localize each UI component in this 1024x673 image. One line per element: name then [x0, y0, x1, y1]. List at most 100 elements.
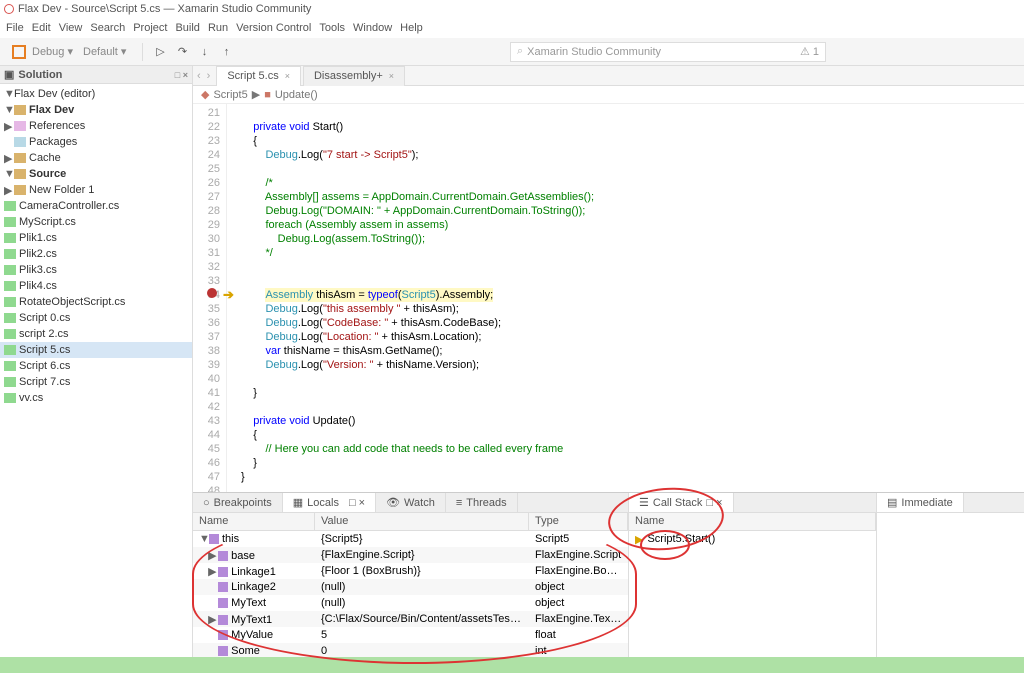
close-tab-icon[interactable]: ×	[389, 71, 394, 81]
file-node[interactable]: RotateObjectScript.cs	[0, 294, 192, 310]
code-editor[interactable]: 2122232425262728293031323334353637383940…	[193, 104, 1024, 492]
menu-window[interactable]: Window	[353, 22, 392, 34]
current-frame-icon: ▶	[635, 533, 643, 546]
menu-run[interactable]: Run	[208, 22, 228, 34]
crumb-method[interactable]: Update()	[275, 89, 318, 101]
file-node[interactable]: CameraController.cs	[0, 198, 192, 214]
target-dropdown[interactable]: Default ▾	[83, 45, 126, 58]
col-type[interactable]: Type	[529, 513, 628, 530]
locals-row[interactable]: MyValue5float	[193, 627, 628, 643]
breadcrumb[interactable]: ◆Script5 ▶ ■Update()	[193, 86, 1024, 104]
file-node[interactable]: Plik4.cs	[0, 278, 192, 294]
menubar[interactable]: File Edit View Search Project Build Run …	[0, 18, 1024, 38]
proj-node[interactable]: ▼Flax Dev	[0, 102, 192, 118]
solution-panel: ▣ Solution □ × ▼Flax Dev (editor) ▼Flax …	[0, 66, 193, 657]
sln-root[interactable]: ▼Flax Dev (editor)	[0, 86, 192, 102]
file-node[interactable]: vv.cs	[0, 390, 192, 406]
col-name[interactable]: Name	[193, 513, 315, 530]
col-name[interactable]: Name	[629, 513, 876, 530]
locals-row[interactable]: Some0int	[193, 643, 628, 657]
nav-back-icon[interactable]: ‹	[197, 70, 201, 82]
immediate-icon: ▤	[887, 496, 897, 509]
warning-icon[interactable]: ⚠ 1	[800, 45, 819, 58]
file-node[interactable]: Plik3.cs	[0, 262, 192, 278]
col-value[interactable]: Value	[315, 513, 529, 530]
references-icon	[14, 121, 26, 131]
locals-row[interactable]: ▼this{Script5}Script5	[193, 531, 628, 547]
step-into-icon[interactable]: ↓	[196, 46, 212, 58]
cs-file-icon	[4, 249, 16, 259]
tab-callstack[interactable]: ☰Call Stack□ ×	[629, 493, 734, 512]
menu-versioncontrol[interactable]: Version Control	[236, 22, 311, 34]
tab-locals[interactable]: ▦Locals□ ×	[283, 493, 376, 512]
editor-tabstrip[interactable]: ‹ › Script 5.cs× Disassembly+×	[193, 66, 1024, 86]
search-box[interactable]: ⌕ Xamarin Studio Community ⚠ 1	[510, 42, 826, 62]
locals-row[interactable]: Linkage2(null)object	[193, 579, 628, 595]
tab-breakpoints[interactable]: ○Breakpoints	[193, 493, 283, 512]
editor-area: ‹ › Script 5.cs× Disassembly+× ◆ Script5 ▶…	[193, 66, 1024, 657]
src-node[interactable]: ▼Source	[0, 166, 192, 182]
pin-icon[interactable]: ▣	[4, 68, 14, 81]
crumb-class[interactable]: Script5	[213, 89, 247, 101]
menu-view[interactable]: View	[59, 22, 83, 34]
continue-button-icon[interactable]: ▷	[152, 45, 168, 58]
solution-tree[interactable]: ▼Flax Dev (editor) ▼Flax Dev ▶References…	[0, 84, 192, 657]
step-out-icon[interactable]: ↑	[218, 46, 234, 58]
locals-row[interactable]: ▶base{FlaxEngine.Script}FlaxEngine.Scrip…	[193, 547, 628, 563]
file-node[interactable]: script 2.cs	[0, 326, 192, 342]
bottom-panels: ○Breakpoints ▦Locals□ × 👁Watch ≡Threads …	[193, 492, 1024, 657]
menu-edit[interactable]: Edit	[32, 22, 51, 34]
panel-controls[interactable]: □ ×	[175, 70, 188, 80]
breakpoint-margin[interactable]: ➔	[227, 104, 241, 492]
locals-row[interactable]: ▶Linkage1{Floor 1 (BoxBrush)}FlaxEngine.…	[193, 563, 628, 579]
config-dropdown[interactable]: Debug ▾	[32, 45, 73, 58]
cs-file-icon	[4, 345, 16, 355]
tab-ctrls[interactable]: □ ×	[706, 497, 722, 509]
refs-node[interactable]: ▶References	[0, 118, 192, 134]
line-gutter: 2122232425262728293031323334353637383940…	[193, 104, 227, 492]
locals-row[interactable]: MyText(null)object	[193, 595, 628, 611]
stop-button-icon[interactable]	[12, 45, 26, 59]
menu-project[interactable]: Project	[133, 22, 167, 34]
nav-fwd-icon[interactable]: ›	[207, 70, 211, 82]
pkg-node[interactable]: Packages	[0, 134, 192, 150]
menu-tools[interactable]: Tools	[319, 22, 345, 34]
menu-search[interactable]: Search	[90, 22, 125, 34]
file-node[interactable]: Script 6.cs	[0, 358, 192, 374]
tab-ctrls[interactable]: □ ×	[349, 497, 365, 509]
folder-icon	[14, 153, 26, 163]
file-node-active[interactable]: Script 5.cs	[0, 342, 192, 358]
locals-panel: ○Breakpoints ▦Locals□ × 👁Watch ≡Threads …	[193, 493, 629, 657]
close-tab-icon[interactable]: ×	[285, 71, 290, 81]
immediate-body[interactable]	[877, 513, 1024, 657]
cs-file-icon	[4, 361, 16, 371]
locals-row[interactable]: ▶MyText1{C:\Flax/Source/Bin/Content/asse…	[193, 611, 628, 627]
stack-frame[interactable]: ▶Script5.Start()	[629, 531, 876, 547]
file-node[interactable]: Plik2.cs	[0, 246, 192, 262]
code-lines[interactable]: private void private void Start()Start()…	[241, 104, 1024, 492]
toolbar-separator	[142, 43, 143, 61]
tab-watch[interactable]: 👁Watch	[376, 493, 446, 512]
class-icon: ◆	[201, 88, 209, 101]
tab-script5[interactable]: Script 5.cs×	[216, 66, 301, 86]
cache-node[interactable]: ▶Cache	[0, 150, 192, 166]
file-node[interactable]: Script 7.cs	[0, 374, 192, 390]
menu-help[interactable]: Help	[400, 22, 423, 34]
menu-build[interactable]: Build	[175, 22, 199, 34]
cs-file-icon	[4, 217, 16, 227]
folder-node[interactable]: ▶New Folder 1	[0, 182, 192, 198]
breakpoint-icon[interactable]	[207, 288, 217, 298]
file-node[interactable]: MyScript.cs	[0, 214, 192, 230]
step-over-icon[interactable]: ↷	[174, 45, 190, 58]
menu-file[interactable]: File	[6, 22, 24, 34]
cs-file-icon	[4, 313, 16, 323]
locals-rows[interactable]: ▼this{Script5}Script5 ▶base{FlaxEngine.S…	[193, 531, 628, 657]
file-node[interactable]: Script 0.cs	[0, 310, 192, 326]
tab-immediate[interactable]: ▤Immediate	[877, 493, 964, 512]
toolbar: Debug ▾ Default ▾ ▷ ↷ ↓ ↑ ⌕ Xamarin Stud…	[0, 38, 1024, 66]
locals-icon: ▦	[293, 496, 303, 509]
tab-disassembly[interactable]: Disassembly+×	[303, 66, 405, 86]
file-node[interactable]: Plik1.cs	[0, 230, 192, 246]
tab-threads[interactable]: ≡Threads	[446, 493, 518, 512]
cs-file-icon	[4, 329, 16, 339]
